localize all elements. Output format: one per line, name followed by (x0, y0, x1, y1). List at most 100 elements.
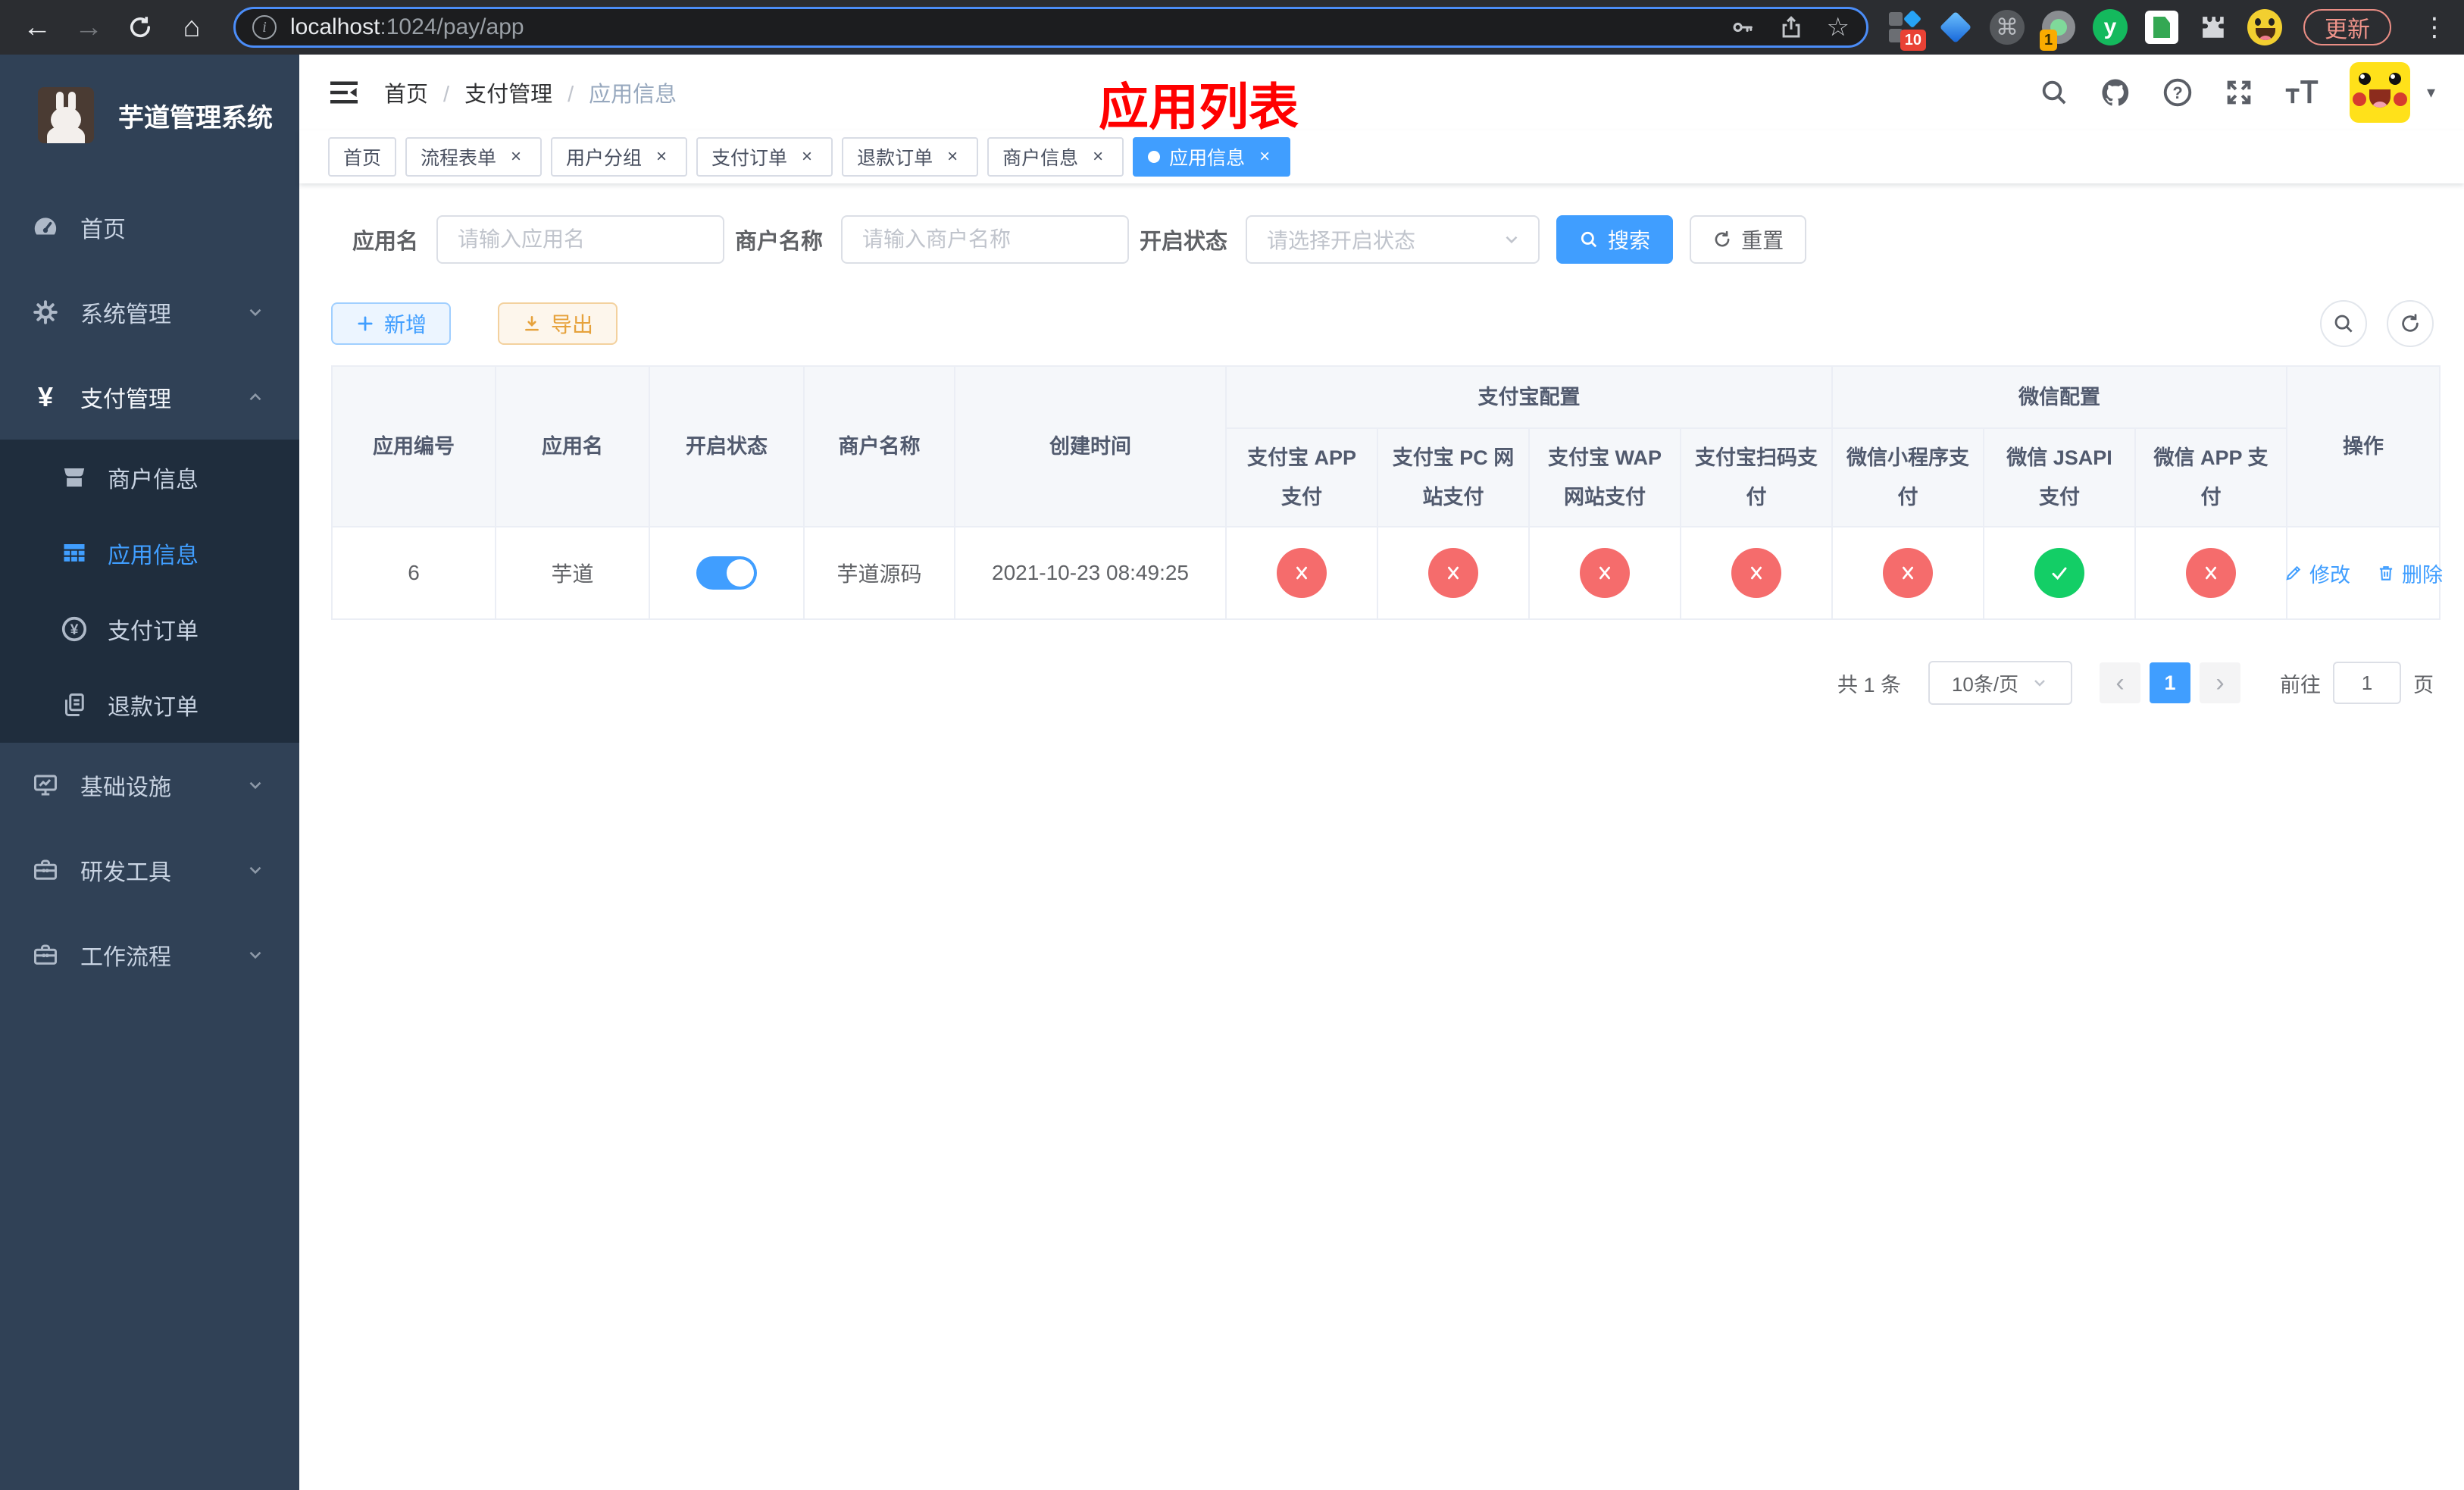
app-name-input[interactable] (436, 215, 725, 264)
edit-link[interactable]: 修改 (2284, 559, 2350, 588)
sidebar-item-pay-order[interactable]: ¥ 支付订单 (0, 591, 299, 667)
sidebar-item-dev-tools[interactable]: 研发工具 (0, 828, 299, 912)
status-select[interactable]: 请选择开启状态 (1246, 215, 1540, 264)
breadcrumb: 首页 支付管理 应用信息 (384, 77, 677, 108)
yen-circle-icon: ¥ (59, 615, 89, 643)
dashboard-icon (30, 213, 61, 242)
add-button[interactable]: 新增 (331, 302, 452, 345)
y-extension-icon[interactable]: y (2093, 9, 2128, 45)
page-number-1[interactable]: 1 (2150, 662, 2190, 703)
site-info-icon[interactable]: i (252, 15, 277, 39)
chevron-down-icon (245, 775, 265, 795)
reset-button[interactable]: 重置 (1690, 215, 1807, 264)
gear-icon (30, 299, 61, 326)
reload-icon[interactable] (120, 7, 161, 48)
search-button[interactable]: 搜索 (1556, 215, 1674, 264)
proxy-extension-icon[interactable]: 1 (2040, 10, 2076, 51)
wechat-app-status-badge (2186, 548, 2236, 598)
sidebar: 芋道管理系统 首页 系统管理 ¥ 支付管理 商户信息 应用信息 ¥ 支付订单 退… (0, 55, 299, 1490)
next-page-button[interactable]: › (2200, 662, 2240, 703)
goto-page-input[interactable] (2333, 662, 2401, 704)
breadcrumb-home[interactable]: 首页 (384, 77, 464, 108)
search-icon[interactable] (2039, 77, 2069, 108)
close-icon[interactable]: × (1087, 146, 1108, 167)
help-icon[interactable]: ? (2162, 77, 2194, 108)
app-logo: 芋道管理系统 (0, 55, 299, 176)
collapse-sidebar-icon[interactable] (328, 77, 360, 108)
sidebar-item-refund-order[interactable]: 退款订单 (0, 667, 299, 743)
col-alipay-wap: 支付宝 WAP 网站支付 (1528, 427, 1681, 527)
cell-created: 2021-10-23 08:49:25 (954, 526, 1227, 620)
tab-home[interactable]: 首页 (328, 137, 397, 177)
font-size-icon[interactable] (2284, 77, 2319, 108)
browser-menu-icon[interactable]: ⋮ (2422, 12, 2447, 42)
extensions-puzzle-icon[interactable] (2196, 10, 2231, 45)
sidebar-item-payment[interactable]: ¥ 支付管理 (0, 355, 299, 440)
cell-merchant: 芋道源码 (803, 526, 955, 620)
tab-app-info[interactable]: 应用信息 × (1133, 137, 1291, 177)
sidebar-item-workflow[interactable]: 工作流程 (0, 912, 299, 997)
app-table: 应用编号 应用名 开启状态 商户名称 创建时间 支付宝配置 微信配置 操作 支付… (331, 365, 2443, 620)
close-icon[interactable]: × (651, 146, 672, 167)
tab-merchant-info[interactable]: 商户信息 × (987, 137, 1124, 177)
github-icon[interactable] (2100, 77, 2131, 108)
devtools-extension-icon[interactable]: 10 (1887, 9, 1926, 51)
page-size-select[interactable]: 10条/页 (1928, 661, 2072, 705)
sidebar-item-merchant-info[interactable]: 商户信息 (0, 440, 299, 515)
download-icon (522, 314, 542, 333)
avatar-caret-icon[interactable]: ▾ (2427, 83, 2435, 102)
refresh-icon (2402, 314, 2419, 332)
cell-app-name: 芋道 (495, 526, 650, 620)
sidebar-item-home[interactable]: 首页 (0, 185, 299, 270)
command-extension-icon[interactable]: ⌘ (1990, 10, 2025, 45)
status-toggle[interactable] (696, 556, 757, 590)
gem-extension-icon[interactable] (1938, 10, 1973, 45)
goto-label: 前往 (2280, 673, 2321, 696)
app-name-label: 应用名 (352, 230, 419, 254)
col-wechat-app: 微信 APP 支付 (2134, 427, 2288, 527)
refresh-table-button[interactable] (2387, 300, 2434, 347)
url-text: localhost:1024/pay/app (290, 14, 524, 39)
fullscreen-icon[interactable] (2224, 77, 2254, 108)
profile-avatar-icon[interactable] (2247, 9, 2282, 45)
app-title: 芋道管理系统 (118, 103, 273, 133)
tab-user-group[interactable]: 用户分组 × (551, 137, 688, 177)
alipay-pc-status-badge (1428, 548, 1478, 598)
sidebar-item-app-info[interactable]: 应用信息 (0, 515, 299, 591)
user-avatar[interactable] (2349, 62, 2410, 123)
chrome-update-button[interactable]: 更新 (2303, 9, 2391, 45)
tab-pay-order[interactable]: 支付订单 × (696, 137, 833, 177)
pencil-icon (2286, 565, 2301, 581)
tab-refund-order[interactable]: 退款订单 × (842, 137, 979, 177)
alipay-wap-status-badge (1580, 548, 1630, 598)
merchant-name-input[interactable] (841, 215, 1130, 264)
prev-page-button[interactable]: ‹ (2100, 662, 2140, 703)
tab-process-form[interactable]: 流程表单 × (405, 137, 543, 177)
share-icon[interactable] (1778, 14, 1804, 40)
close-icon[interactable]: × (505, 146, 527, 167)
password-key-icon[interactable] (1730, 14, 1756, 40)
url-bar[interactable]: i localhost:1024/pay/app ☆ (233, 7, 1868, 48)
export-button[interactable]: 导出 (498, 302, 618, 345)
notes-extension-icon[interactable] (2144, 10, 2179, 45)
forward-icon[interactable]: → (68, 7, 109, 48)
show-search-toggle-button[interactable] (2320, 300, 2367, 347)
close-icon[interactable]: × (1254, 146, 1275, 167)
breadcrumb-payment[interactable]: 支付管理 (464, 77, 589, 108)
home-icon[interactable]: ⌂ (171, 7, 212, 48)
chevron-down-icon (1506, 236, 1518, 244)
back-icon[interactable]: ← (17, 7, 58, 48)
sidebar-item-infrastructure[interactable]: 基础设施 (0, 743, 299, 828)
close-icon[interactable]: × (796, 146, 818, 167)
sidebar-item-system[interactable]: 系统管理 (0, 270, 299, 355)
col-alipay-qr: 支付宝扫码支付 (1680, 427, 1833, 527)
bookmark-star-icon[interactable]: ☆ (1827, 12, 1850, 42)
col-alipay-app: 支付宝 APP 支付 (1225, 427, 1378, 527)
chevron-down-icon (245, 302, 265, 322)
documents-icon (59, 691, 89, 718)
refresh-icon (1712, 230, 1732, 249)
merchant-name-label: 商户名称 (735, 230, 824, 254)
logo-image (38, 87, 94, 143)
close-icon[interactable]: × (942, 146, 963, 167)
delete-link[interactable]: 删除 (2376, 559, 2443, 588)
